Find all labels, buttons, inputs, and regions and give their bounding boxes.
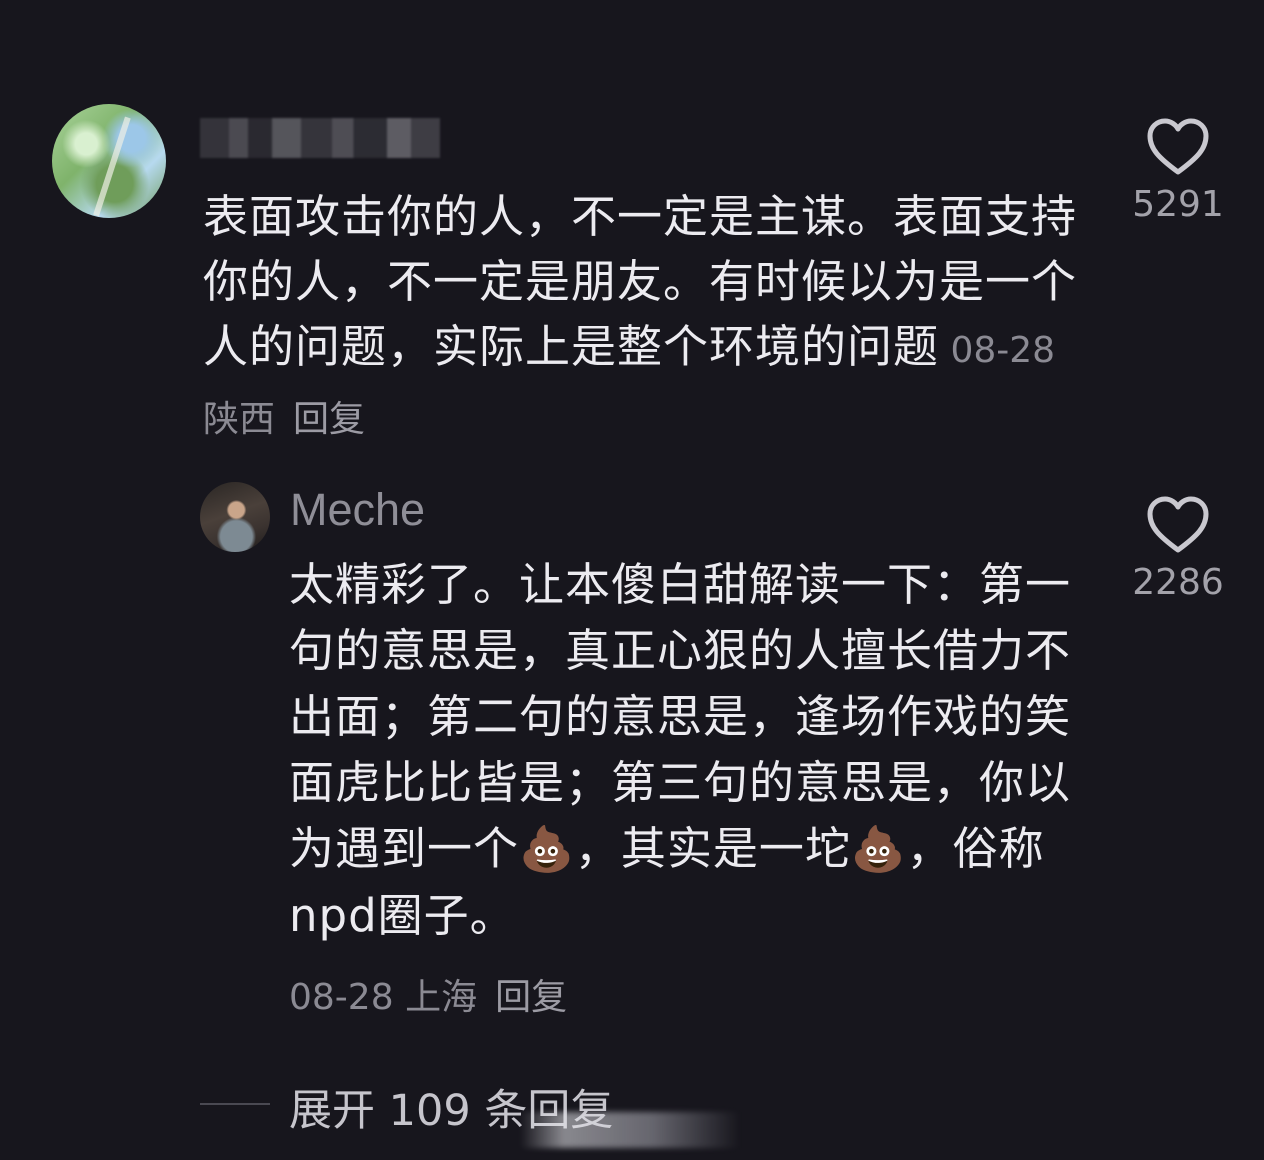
poop-emoji-icon: 💩: [519, 824, 575, 875]
commenter-avatar[interactable]: [52, 104, 166, 218]
heart-outline-icon: [1147, 496, 1209, 553]
comment-location: 陕西: [203, 399, 276, 440]
comment-like-count: 5291: [1132, 184, 1224, 225]
comment-body: 表面攻击你的人，不一定是主谋。表面支持你的人，不一定是朋友。有时候以为是一个人的…: [203, 184, 1083, 452]
reply-text-part: ，其实是一坨: [574, 822, 851, 875]
reply-avatar[interactable]: [200, 482, 270, 552]
reply-meta: 08-28 上海 回复: [289, 968, 567, 1020]
reply-like-count: 2286: [1132, 562, 1224, 603]
expand-divider: [200, 1103, 270, 1105]
masked-username: [200, 118, 440, 158]
comment-like-button[interactable]: 5291: [1128, 116, 1228, 225]
reply-username[interactable]: Meche: [290, 484, 425, 536]
poop-emoji-icon: 💩: [850, 824, 907, 875]
reply-reply-button[interactable]: 回复: [495, 977, 567, 1018]
reply-date: 08-28: [289, 977, 394, 1018]
reply-like-button[interactable]: 2286: [1128, 494, 1228, 603]
comment-date: 08-28: [950, 330, 1056, 371]
comment-reply-button[interactable]: 回复: [293, 399, 365, 440]
comment-thread: 表面攻击你的人，不一定是主谋。表面支持你的人，不一定是朋友。有时候以为是一个人的…: [0, 0, 1264, 1160]
reply-location: 上海: [405, 977, 478, 1018]
reply-body: 太精彩了。让本傻白甜解读一下：第一句的意思是，真正心狠的人擅长借力不出面；第二句…: [289, 552, 1089, 949]
heart-outline-icon: [1147, 118, 1209, 175]
watermark: [520, 1112, 740, 1148]
